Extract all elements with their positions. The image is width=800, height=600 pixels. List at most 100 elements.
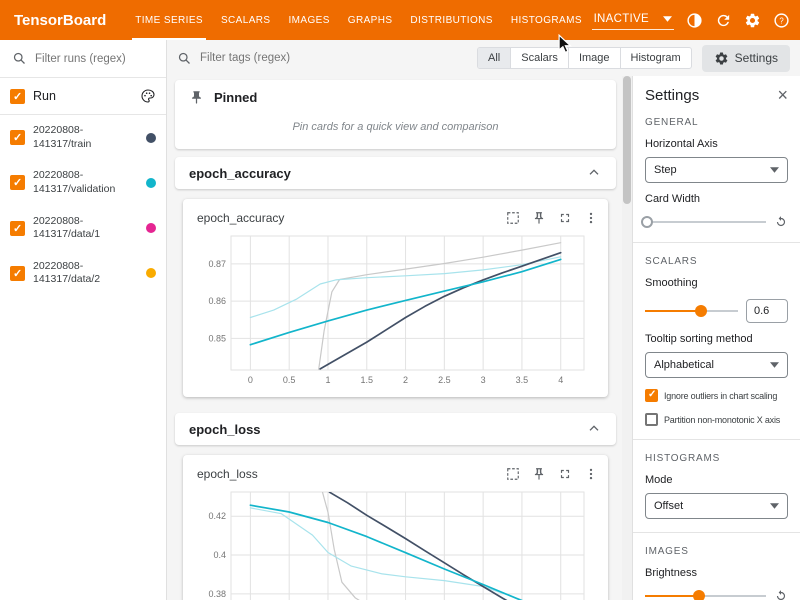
tab-distributions[interactable]: DISTRIBUTIONS <box>401 0 501 40</box>
svg-text:?: ? <box>779 16 784 25</box>
section-header-epoch-accuracy[interactable]: epoch_accuracy <box>175 157 616 189</box>
tab-graphs[interactable]: GRAPHS <box>339 0 402 40</box>
smoothing-label: Smoothing <box>645 277 788 289</box>
tag-type-filter-group: All Scalars Image Histogram <box>477 47 692 69</box>
ignore-outliers-label: Ignore outliers in chart scaling <box>664 391 777 401</box>
smoothing-value-input[interactable]: 0.6 <box>746 299 788 323</box>
chevron-down-icon <box>770 362 779 368</box>
search-icon <box>12 51 27 66</box>
more-options-icon[interactable] <box>584 467 598 481</box>
section-title: epoch_accuracy <box>189 166 291 181</box>
run-list-item[interactable]: 20220808-141317/data/2 <box>0 251 166 296</box>
run-checkbox[interactable] <box>10 221 25 236</box>
card-width-label: Card Width <box>645 193 788 205</box>
divider <box>633 532 800 533</box>
chip-image[interactable]: Image <box>568 48 620 68</box>
run-color-dot <box>146 223 156 233</box>
tags-toolbar: Filter tags (regex) All Scalars Image Hi… <box>167 40 800 76</box>
app-header: TensorBoard TIME SERIES SCALARS IMAGES G… <box>0 0 800 40</box>
fullscreen-icon[interactable] <box>558 467 572 481</box>
tags-filter-placeholder: Filter tags (regex) <box>200 52 290 64</box>
svg-text:0.42: 0.42 <box>208 511 226 521</box>
ignore-outliers-checkbox[interactable] <box>645 389 658 402</box>
help-icon[interactable]: ? <box>772 11 790 29</box>
reset-icon[interactable] <box>774 215 788 229</box>
refresh-icon[interactable] <box>714 11 732 29</box>
divider <box>633 439 800 440</box>
chevron-up-icon[interactable] <box>586 421 602 437</box>
svg-text:4: 4 <box>558 375 563 385</box>
tensorboard-app: TensorBoard TIME SERIES SCALARS IMAGES G… <box>0 0 800 600</box>
tags-filter-input[interactable]: Filter tags (regex) <box>177 51 467 66</box>
settings-panel-title: Settings <box>645 87 699 104</box>
run-label: 20220808-141317/validation <box>33 169 138 196</box>
card-width-slider[interactable] <box>645 215 766 229</box>
run-checkbox[interactable] <box>10 130 25 145</box>
run-list-item[interactable]: 20220808-141317/data/1 <box>0 206 166 251</box>
run-list-item[interactable]: 20220808-141317/train <box>0 115 166 160</box>
brightness-label: Brightness <box>645 567 788 579</box>
scalars-section-label: SCALARS <box>645 256 788 267</box>
chevron-up-icon[interactable] <box>586 165 602 181</box>
runs-filter-input[interactable]: Filter runs (regex) <box>0 40 166 78</box>
tooltip-sorting-label: Tooltip sorting method <box>645 333 788 345</box>
tab-scalars[interactable]: SCALARS <box>212 0 280 40</box>
brightness-slider[interactable] <box>645 589 766 600</box>
fullscreen-icon[interactable] <box>558 211 572 225</box>
run-list-item[interactable]: 20220808-141317/validation <box>0 160 166 205</box>
smoothing-slider[interactable] <box>645 304 738 318</box>
select-all-runs-checkbox[interactable] <box>10 89 25 104</box>
histograms-section-label: HISTOGRAMS <box>645 453 788 464</box>
palette-icon[interactable] <box>140 88 156 104</box>
svg-text:1: 1 <box>325 375 330 385</box>
run-checkbox[interactable] <box>10 266 25 281</box>
section-title: epoch_loss <box>189 422 261 437</box>
partition-x-axis-checkbox[interactable] <box>645 413 658 426</box>
runs-filter-placeholder: Filter runs (regex) <box>35 53 126 65</box>
svg-text:0.38: 0.38 <box>208 589 226 599</box>
svg-text:2: 2 <box>403 375 408 385</box>
run-checkbox[interactable] <box>10 175 25 190</box>
chart-title: epoch_accuracy <box>193 207 288 229</box>
scrollbar-thumb[interactable] <box>623 76 631 204</box>
svg-text:0.5: 0.5 <box>283 375 296 385</box>
status-dropdown[interactable]: INACTIVE <box>592 11 674 30</box>
more-options-icon[interactable] <box>584 211 598 225</box>
runs-sidebar: Filter runs (regex) Run 20220808-141317/… <box>0 40 167 600</box>
tab-time-series[interactable]: TIME SERIES <box>126 0 212 40</box>
run-color-dot <box>146 133 156 143</box>
histogram-mode-label: Mode <box>645 474 788 486</box>
fit-domain-icon[interactable] <box>506 211 520 225</box>
tab-histograms[interactable]: HISTOGRAMS <box>502 0 591 40</box>
app-logo: TensorBoard <box>14 12 106 29</box>
divider <box>633 242 800 243</box>
header-actions: INACTIVE ? <box>592 11 800 30</box>
main-scrollbar[interactable] <box>622 76 632 600</box>
tooltip-sorting-select[interactable]: Alphabetical <box>645 352 788 378</box>
epoch-loss-chart[interactable]: 00.511.522.533.540.360.380.40.42 <box>193 485 598 600</box>
theme-toggle-icon[interactable] <box>685 11 703 29</box>
section-header-epoch-loss[interactable]: epoch_loss <box>175 413 616 445</box>
chip-all[interactable]: All <box>478 48 510 68</box>
settings-button[interactable]: Settings <box>702 45 790 72</box>
svg-text:0.86: 0.86 <box>208 296 226 306</box>
tab-images[interactable]: IMAGES <box>279 0 338 40</box>
fit-domain-icon[interactable] <box>506 467 520 481</box>
pinned-title: Pinned <box>214 90 257 105</box>
epoch-accuracy-chart[interactable]: 00.511.522.533.540.850.860.87 <box>193 229 598 387</box>
horizontal-axis-select[interactable]: Step <box>645 157 788 183</box>
general-section-label: GENERAL <box>645 117 788 128</box>
partition-x-axis-label: Partition non-monotonic X axis <box>664 415 780 425</box>
pin-icon[interactable] <box>532 211 546 225</box>
histogram-mode-select[interactable]: Offset <box>645 493 788 519</box>
search-icon <box>177 51 192 66</box>
chip-scalars[interactable]: Scalars <box>510 48 568 68</box>
gear-icon[interactable] <box>743 11 761 29</box>
pin-icon[interactable] <box>532 467 546 481</box>
close-icon[interactable]: × <box>777 86 788 104</box>
chip-histogram[interactable]: Histogram <box>620 48 691 68</box>
svg-text:2.5: 2.5 <box>438 375 451 385</box>
nav-tabs: TIME SERIES SCALARS IMAGES GRAPHS DISTRI… <box>126 0 591 40</box>
pinned-section: Pinned Pin cards for a quick view and co… <box>175 80 616 149</box>
reset-icon[interactable] <box>774 589 788 600</box>
